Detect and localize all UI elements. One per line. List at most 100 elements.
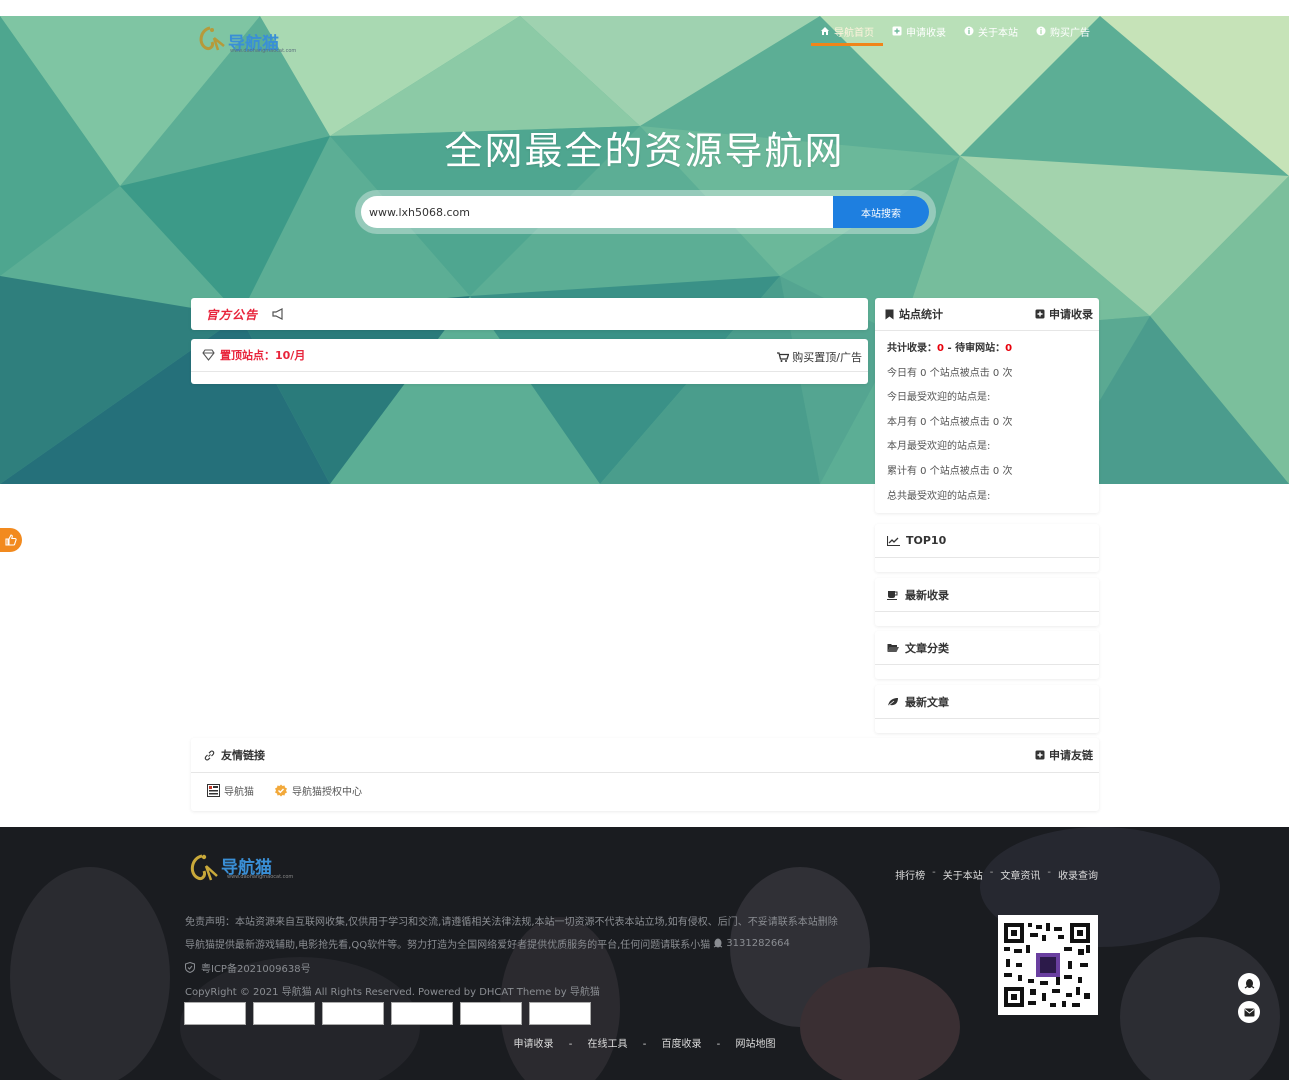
footer-badge[interactable] (322, 1002, 384, 1025)
nav-home[interactable]: 导航首页 (811, 16, 883, 46)
cart-icon (777, 352, 790, 362)
top10-header[interactable]: TOP10 (875, 524, 1099, 558)
stats-line: 今日最受欢迎的站点是: (887, 392, 991, 404)
footer-icp[interactable]: 粤ICP备2021009638号 (201, 960, 311, 975)
stats-apply-button[interactable]: 申请收录 (1035, 306, 1093, 322)
envelope-icon (1244, 1008, 1254, 1016)
footer-badge[interactable] (253, 1002, 315, 1025)
friend-links-panel: 友情链接 申请友链 导航猫 导航猫授权中心 (191, 738, 1099, 811)
footer-badge[interactable] (391, 1002, 453, 1025)
footer-intro: 导航猫提供最新游戏辅助,电影抢先看,QQ软件等。努力打造为全国网络爱好者提供优质… (185, 940, 711, 951)
buy-pin-link[interactable]: 购买置顶/广告 (777, 349, 862, 365)
site-stats-body: 共计收录：0 - 待审网站：0 今日有 0 个站点被点击 0 次 今日最受欢迎的… (875, 331, 1099, 509)
stats-line: 本月最受欢迎的站点是: (887, 441, 991, 453)
friend-link-label: 导航猫 (224, 787, 254, 798)
top10-title: TOP10 (906, 534, 947, 547)
site-stats-header: 站点统计 申请收录 (875, 298, 1099, 331)
badge-check-icon (275, 784, 287, 796)
logo-url: www.daohangmaocat.com (230, 48, 297, 54)
folder-open-icon (887, 643, 899, 652)
info-circle-icon (964, 26, 974, 36)
footer-intro-row: 导航猫提供最新游戏辅助,电影抢先看,QQ软件等。努力打造为全国网络爱好者提供优质… (185, 936, 790, 951)
footer-copyright: CopyRight © 2021 导航猫 All Rights Reserved… (185, 987, 600, 998)
footer-nav-sep: - (989, 867, 994, 878)
site-stats-panel: 站点统计 申请收录 共计收录：0 - 待审网站：0 今日有 0 个站点被点击 0… (875, 298, 1099, 513)
apply-friend-link-button[interactable]: 申请友链 (1035, 747, 1093, 763)
site-logo[interactable]: 导航猫 www.daohangmaocat.com (196, 24, 296, 54)
official-notice: 官方公告 (191, 298, 868, 330)
footer-bottom-tools[interactable]: 在线工具 (588, 1039, 628, 1050)
nav-apply[interactable]: 申请收录 (883, 16, 955, 46)
search-button[interactable]: 本站搜索 (833, 196, 929, 228)
qq-penguin-icon (1244, 979, 1254, 989)
nav-about[interactable]: 关于本站 (955, 16, 1027, 46)
friend-links-title-wrap: 友情链接 (204, 747, 265, 763)
main-nav: 导航首页 申请收录 关于本站 购买广告 (811, 16, 1099, 46)
email-contact-button[interactable] (1238, 1001, 1260, 1023)
footer-bottom-sep: - (716, 1039, 721, 1050)
site-favicon-icon (207, 784, 220, 797)
latest-articles-header[interactable]: 最新文章 (875, 685, 1099, 719)
notice-tag: 官方公告 (206, 307, 259, 322)
footer-nav-sep: - (1047, 867, 1051, 878)
article-categories-header[interactable]: 文章分类 (875, 631, 1099, 665)
shield-icon (185, 962, 195, 973)
plus-square-icon (892, 26, 902, 36)
stats-totals: 共计收录：0 - 待审网站：0 (887, 337, 1099, 362)
stats-line: 累计有 0 个站点被点击 0 次 (887, 465, 1013, 477)
total-label: 共计收录： (887, 343, 937, 354)
line-chart-icon (887, 535, 900, 546)
qq-contact-button[interactable] (1238, 973, 1260, 995)
footer-bottom-baidu[interactable]: 百度收录 (661, 1039, 701, 1050)
friend-link-item[interactable]: 导航猫 (207, 783, 254, 798)
footer-nav-ranking[interactable]: 排行榜 (895, 867, 925, 882)
footer-nav-about[interactable]: 关于本站 (943, 867, 983, 882)
latest-sites-header[interactable]: 最新收录 (875, 578, 1099, 612)
footer-bottom-sep: - (642, 1039, 647, 1050)
footer-logo[interactable]: 导航猫 www.daohangmaocat.com (187, 850, 293, 889)
footer-icp-row: 粤ICP备2021009638号 (185, 960, 311, 975)
site-stats-title: 站点统计 (899, 308, 943, 321)
total-value: 0 (937, 343, 944, 354)
friend-links-header: 友情链接 申请友链 (191, 738, 1099, 773)
friend-link-item[interactable]: 导航猫授权中心 (274, 783, 362, 798)
qr-code-image (998, 915, 1098, 1015)
nav-buy-ads[interactable]: 购买广告 (1027, 16, 1099, 46)
hero-title: 全网最全的资源导航网 (444, 129, 845, 173)
thumbs-up-icon (5, 534, 17, 546)
footer-nav-sep: - (932, 867, 936, 878)
stats-line: 本月有 0 个站点被点击 0 次 (887, 416, 1013, 428)
footer-nav-articles[interactable]: 文章资讯 (1000, 867, 1040, 882)
latest-articles-title: 最新文章 (905, 695, 949, 709)
footer-qq: 3131282664 (726, 938, 790, 949)
footer-badge[interactable] (184, 1002, 246, 1025)
nav-home-label: 导航首页 (834, 27, 874, 39)
floating-like-button[interactable] (0, 528, 22, 552)
qr-code-icon (998, 915, 1098, 1015)
nav-apply-label: 申请收录 (906, 27, 946, 39)
footer: 导航猫 www.daohangmaocat.com 排行榜 - 关于本站 - 文… (0, 827, 1289, 1080)
footer-badge[interactable] (529, 1002, 591, 1025)
friend-link-label: 导航猫授权中心 (292, 787, 362, 798)
leaf-icon (887, 697, 898, 706)
footer-badge[interactable] (460, 1002, 522, 1025)
footer-nav-query[interactable]: 收录查询 (1058, 867, 1098, 882)
pending-value: 0 (1005, 343, 1013, 354)
footer-logo-url: www.daohangmaocat.com (227, 874, 294, 880)
friend-links-list: 导航猫 导航猫授权中心 (191, 773, 1099, 798)
cat-logo-icon (199, 26, 225, 51)
footer-bottom-sitemap[interactable]: 网站地图 (735, 1039, 775, 1050)
buy-pin-label: 购买置顶/广告 (792, 351, 862, 364)
top10-panel: TOP10 (875, 524, 1099, 572)
article-categories-panel: 文章分类 (875, 631, 1099, 679)
footer-badges (184, 1002, 591, 1025)
diamond-icon (202, 349, 215, 361)
latest-sites-title: 最新收录 (905, 588, 949, 602)
footer-bottom-links: 申请收录 - 在线工具 - 百度收录 - 网站地图 (0, 1035, 1289, 1050)
latest-sites-panel: 最新收录 (875, 578, 1099, 626)
search-input[interactable] (361, 196, 834, 228)
footer-bottom-apply[interactable]: 申请收录 (514, 1039, 554, 1050)
stats-line: 今日有 0 个站点被点击 0 次 (887, 367, 1013, 379)
plus-square-icon (1035, 750, 1045, 760)
totals-sep: - (943, 343, 956, 354)
